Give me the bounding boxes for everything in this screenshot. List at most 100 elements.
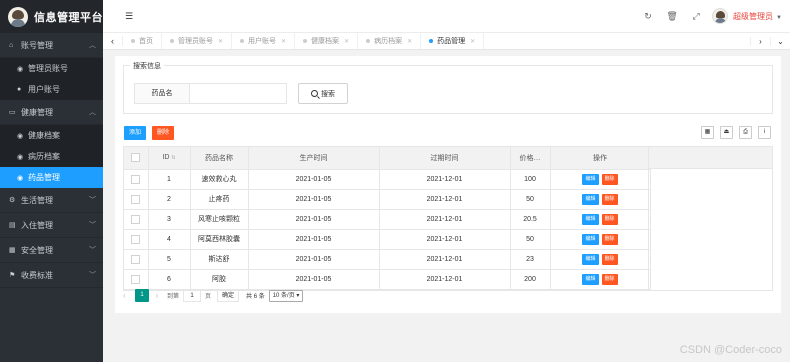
edit-button[interactable]: 编辑 [582,253,599,265]
goto-page-input[interactable]: 1 [183,289,202,302]
sidebar-group-label: 收费标准 [21,270,53,280]
home-icon: ⌂ [9,41,14,49]
remove-button[interactable]: 删除 [601,233,618,245]
sidebar-item-medical-records[interactable]: ◉ 病历档案 [0,146,103,167]
row-checkbox[interactable] [131,194,141,204]
sidebar-item-admin-accounts[interactable]: ◉ 管理员账号 [0,58,103,79]
delete-button[interactable]: 删除 [152,126,175,140]
page-size-select[interactable]: 10 条/页 ▾ [268,289,304,302]
tab-medicine[interactable]: 药品管理 ✕ [421,33,485,49]
medicine-name-label: 药品名 [134,83,190,104]
sidebar-group-security[interactable]: ▦ 安全管理 ﹀ [0,238,103,263]
menu-toggle-icon[interactable]: ☰ [125,11,133,22]
sidebar-group-health[interactable]: ▭ 健康管理 ︿ [0,100,103,125]
edit-button[interactable]: 编辑 [582,233,599,245]
table-row: 1 速效救心丸 2021-01-05 2021-12-01 100 编辑 删除 [124,169,651,190]
column-header-id[interactable]: ID ⇅ [148,147,191,170]
row-checkbox[interactable] [131,234,141,244]
select-all-checkbox[interactable] [131,153,141,163]
info-icon[interactable]: i [758,126,771,139]
tab-health-records[interactable]: 健康档案 ✕ [295,33,359,49]
close-icon[interactable]: ✕ [218,38,223,45]
row-checkbox[interactable] [131,214,141,224]
tab-medical-records[interactable]: 病历档案 ✕ [358,33,422,49]
next-page-icon[interactable]: › [149,291,165,300]
page-size-value: 10 条/页 [272,292,295,299]
cell-id: 4 [148,229,191,250]
print-icon[interactable]: ⎙ [739,126,752,139]
sidebar-group-label: 入住管理 [21,220,53,230]
cell-price: 23 [510,249,551,270]
tab-admin-accounts[interactable]: 管理员账号 ✕ [162,33,233,49]
close-icon[interactable]: ✕ [281,38,286,45]
columns-filter-icon[interactable]: ▦ [701,126,714,139]
palette-icon: ◉ [17,153,24,161]
add-button[interactable]: 添加 [124,126,147,140]
prev-page-icon[interactable]: ‹ [123,291,135,300]
sidebar-group-fees[interactable]: ⚑ 收费标准 ﹀ [0,263,103,288]
gear-icon: ⚙ [9,197,16,204]
sidebar-item-user-accounts[interactable]: ● 用户账号 [0,79,103,100]
row-checkbox[interactable] [131,174,141,184]
edit-button[interactable]: 编辑 [582,213,599,225]
remove-button[interactable]: 删除 [601,253,618,265]
table-row: 4 阿莫西林胶囊 2021-01-05 2021-12-01 50 编辑 删除 [124,229,651,250]
sidebar-group-account[interactable]: ⌂ 账号管理 ︿ [0,33,103,58]
remove-button[interactable]: 删除 [601,193,618,205]
top-bar: ☰ ↻ 🗑 ⤢ 超级管理员 ▼ [103,0,790,33]
cell-produced: 2021-01-05 [248,269,380,290]
trash-icon[interactable]: 🗑 [660,11,684,22]
tabs-scroll-left-icon[interactable]: ‹ [103,36,123,46]
close-icon[interactable]: ✕ [407,38,412,45]
goto-label: 到第 [167,294,180,300]
tab-dot [303,39,308,43]
user-icon: ● [17,86,22,93]
current-page[interactable]: 1 [135,289,149,302]
card-icon: ▭ [9,109,16,116]
close-icon[interactable]: ✕ [470,38,475,45]
chevron-down-icon[interactable]: ⌄ [770,36,790,46]
remove-button[interactable]: 删除 [601,213,618,225]
row-checkbox-cell [124,249,149,270]
sort-icon[interactable]: ⇅ [171,155,175,161]
edit-button[interactable]: 编辑 [582,193,599,205]
doc-icon: ▤ [9,222,16,229]
tab-dot [240,39,245,43]
row-checkbox[interactable] [131,274,141,284]
username: 超级管理员 [733,11,774,21]
remove-button[interactable]: 删除 [601,173,618,185]
sidebar-group-checkin[interactable]: ▤ 入住管理 ﹀ [0,213,103,238]
medicine-name-input[interactable] [189,83,287,104]
row-checkbox[interactable] [131,254,141,264]
sidebar-item-label: 药品管理 [28,173,60,182]
row-checkbox-cell [124,209,149,230]
tab-user-accounts[interactable]: 用户账号 ✕ [232,33,296,49]
palette-icon: ◉ [17,65,24,73]
tabs-scroll-right-icon[interactable]: › [750,36,770,46]
sidebar-item-health-records[interactable]: ◉ 健康档案 [0,125,103,146]
avatar[interactable] [712,8,729,24]
tab-dot [131,39,135,43]
refresh-icon[interactable]: ↻ [636,11,660,22]
edit-button[interactable]: 编辑 [582,173,599,185]
sidebar-group-life[interactable]: ⚙ 生活管理 ﹀ [0,188,103,213]
cell-name: 阿胶 [190,269,249,290]
fullscreen-icon[interactable]: ⤢ [684,11,708,22]
tabs-bar: ‹ 首页 管理员账号 ✕ 用户账号 ✕ 健康档案 ✕ 病历档案 ✕ 药品管理 ✕… [103,33,790,50]
cell-expires: 2021-12-01 [379,269,511,290]
medicine-table: ID ⇅ 药品名称 生产时间 过期时间 价格… 操作 1 速效救心丸 2021-0… [123,146,773,291]
remove-button[interactable]: 删除 [601,273,618,285]
cell-actions: 编辑 删除 [550,209,651,230]
goto-confirm-button[interactable]: 确定 [217,289,240,302]
cell-price: 200 [510,269,551,290]
sidebar-item-medicine[interactable]: ◉ 药品管理 [0,167,103,188]
total-count: 共 6 条 [246,294,265,300]
user-menu[interactable]: 超级管理员 ▼ [733,11,782,22]
cell-id: 5 [148,249,191,270]
edit-button[interactable]: 编辑 [582,273,599,285]
export-icon[interactable]: ⏏ [720,126,733,139]
close-icon[interactable]: ✕ [344,38,349,45]
watermark: CSDN @Coder-coco [679,344,782,356]
search-button[interactable]: 搜索 [298,83,348,104]
tab-home[interactable]: 首页 [123,33,162,49]
